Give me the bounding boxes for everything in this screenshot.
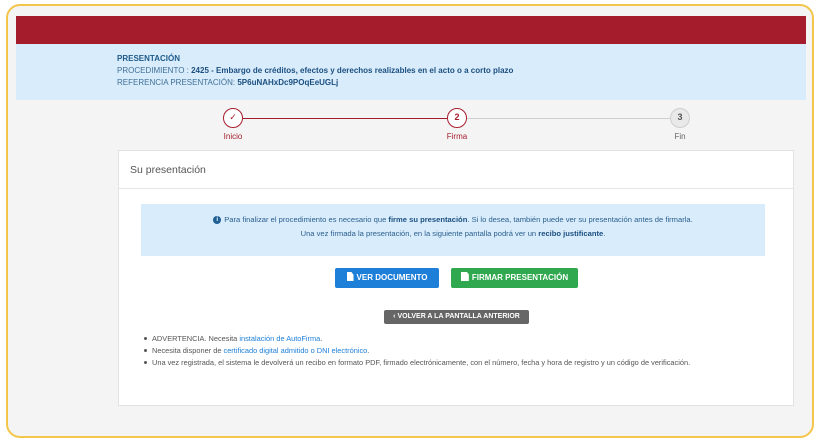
warnings-list: ADVERTENCIA. Necesita instalación de Aut… <box>142 333 782 369</box>
back-label: VOLVER A LA PANTALLA ANTERIOR <box>397 313 520 320</box>
alert-bold-2: recibo justificante <box>538 229 604 238</box>
alert-text-2: . Si lo desea, también puede ver su pres… <box>467 215 693 224</box>
alert-line-2: Una vez firmada la presentación, en la s… <box>151 227 755 241</box>
step-inicio-label: Inicio <box>223 132 243 141</box>
warning-text: ADVERTENCIA. Necesita <box>152 334 240 343</box>
step-fin-label: Fin <box>674 132 686 141</box>
step-fin-number: 3 <box>670 108 690 128</box>
list-item: Necesita disponer de certificado digital… <box>142 345 782 356</box>
header-bar <box>16 16 806 44</box>
procedure-separator: - <box>208 66 216 75</box>
progress-stepper: ✓ 2 3 Inicio Firma Fin <box>16 100 806 152</box>
list-item: Una vez registrada, el sistema le devolv… <box>142 357 782 368</box>
warning-text: Necesita disponer de <box>152 346 224 355</box>
alert-line-1: i Para finalizar el procedimiento es nece… <box>151 213 755 227</box>
alert-text-4: . <box>603 229 606 238</box>
alert-text-1: Para finalizar el procedimiento es neces… <box>224 215 389 224</box>
autofirma-link[interactable]: instalación de AutoFirma <box>239 334 320 343</box>
signature-icon <box>460 272 469 281</box>
warning-end: . <box>367 346 370 355</box>
step-connector-done <box>243 118 447 119</box>
reference-line: REFERENCIA PRESENTACIÓN: 5P6uNAHxDc9POqE… <box>117 77 806 89</box>
step-firma-label: Firma <box>446 132 468 141</box>
alert-text-3: Una vez firmada la presentación, en la s… <box>300 229 539 238</box>
info-icon: i <box>213 216 222 224</box>
sign-presentation-label: FIRMAR PRESENTACIÓN <box>471 273 569 282</box>
view-document-button[interactable]: VER DOCUMENTO <box>335 268 439 288</box>
chevron-left-icon: ‹ <box>393 313 396 320</box>
sign-info-alert: i Para finalizar el procedimiento es nece… <box>141 204 765 256</box>
sign-presentation-button[interactable]: FIRMAR PRESENTACIÓN <box>451 268 578 288</box>
presentation-title: PRESENTACIÓN <box>117 54 180 63</box>
alert-bold-1: firme su presentación <box>388 215 468 224</box>
warning-text: Una vez registrada, el sistema le devolv… <box>152 358 691 367</box>
list-item: ADVERTENCIA. Necesita instalación de Aut… <box>142 333 782 344</box>
step-inicio-check-icon: ✓ <box>223 108 243 128</box>
step-firma-number: 2 <box>447 108 467 128</box>
step-connector-pending <box>467 118 670 119</box>
presentation-panel: Su presentación i Para finalizar el proce… <box>118 150 794 406</box>
presentation-info: PRESENTACIÓN PROCEDIMIENTO : 2425 - Emba… <box>16 44 806 100</box>
procedure-line: PROCEDIMIENTO : 2425 - Embargo de crédit… <box>117 65 806 77</box>
panel-title: Su presentación <box>119 151 793 189</box>
reference-value: 5P6uNAHxDc9POqEeUGLj <box>237 78 339 87</box>
warning-end: . <box>320 334 323 343</box>
procedure-label: PROCEDIMIENTO : <box>117 66 192 75</box>
procedure-name: Embargo de créditos, efectos y derechos … <box>216 66 514 75</box>
back-button[interactable]: ‹ VOLVER A LA PANTALLA ANTERIOR <box>384 310 529 324</box>
certificate-link[interactable]: certificado digital admitido o DNI elect… <box>224 346 368 355</box>
reference-label: REFERENCIA PRESENTACIÓN: <box>117 78 238 87</box>
view-document-label: VER DOCUMENTO <box>356 273 428 282</box>
procedure-code: 2425 <box>191 66 209 75</box>
document-icon <box>346 272 354 281</box>
